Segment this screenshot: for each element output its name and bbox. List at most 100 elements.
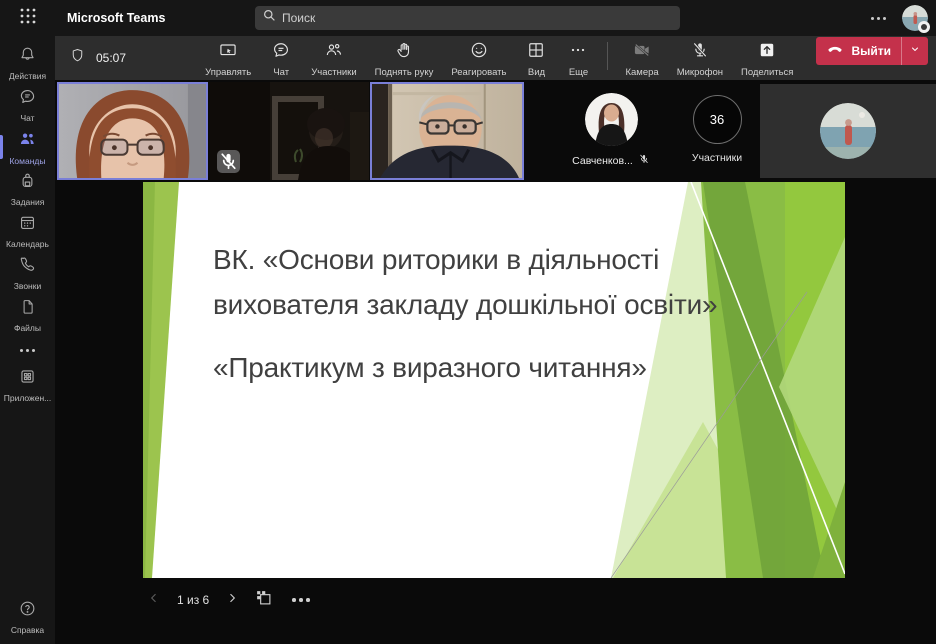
self-avatar [820, 103, 876, 159]
video-tile-3[interactable] [370, 82, 524, 180]
search-icon [263, 9, 276, 27]
sidebar-item-label: Звонки [14, 281, 41, 291]
topbar-more-button[interactable] [867, 13, 890, 24]
muted-mic-badge [217, 150, 240, 173]
status-badge-icon [918, 21, 930, 33]
share-screen-icon [757, 40, 777, 65]
teams-people-icon [18, 129, 38, 154]
view-button[interactable]: Вид [515, 37, 557, 80]
shared-slide: ВК. «Основи риторики в діяльності вихова… [143, 182, 845, 578]
sidebar-more-button[interactable] [0, 336, 55, 364]
participants-count: 36 [710, 112, 724, 127]
participant-video-1 [59, 84, 206, 178]
participant-avatar-tile[interactable]: Савченков... [555, 82, 667, 180]
left-rail: Действия Чат Команды [0, 36, 55, 644]
raise-hand-button[interactable]: Поднять руку [366, 37, 443, 80]
slide-title-block: ВК. «Основи риторики в діяльності вихова… [213, 238, 743, 390]
leave-options-button[interactable] [902, 42, 928, 60]
sidebar-item-label: Приложен... [4, 393, 51, 403]
slide-grid-icon [255, 589, 272, 611]
more-actions-button[interactable]: Еще [557, 37, 599, 80]
chevron-down-icon [909, 42, 921, 60]
search-input[interactable] [282, 11, 672, 25]
self-view-tile[interactable] [760, 84, 936, 178]
chat-icon [18, 87, 37, 111]
participant-avatar [585, 93, 638, 146]
ellipsis-icon [16, 345, 39, 356]
search-box[interactable] [255, 6, 680, 30]
user-avatar[interactable] [902, 5, 928, 31]
button-label: Реагировать [451, 67, 506, 78]
slide-grid-button[interactable] [255, 589, 272, 611]
slide-position: 1 из 6 [177, 593, 209, 607]
backpack-icon [18, 171, 37, 195]
app-launcher-button[interactable] [0, 0, 55, 36]
sidebar-item-activity[interactable]: Действия [0, 42, 55, 84]
chat-bubble-icon [271, 40, 291, 65]
chat-button[interactable]: Чат [260, 37, 302, 80]
sidebar-item-calendar[interactable]: Календарь [0, 210, 55, 252]
slide-title-line-1: ВК. «Основи риторики в діяльності вихова… [213, 238, 743, 328]
button-label: Вид [528, 67, 545, 78]
teams-window: Microsoft Teams [0, 0, 936, 644]
leave-button[interactable]: Выйти [816, 37, 928, 65]
sidebar-item-teams[interactable]: Команды [0, 126, 55, 168]
sidebar-item-help[interactable]: Справка [0, 596, 55, 638]
sidebar-item-label: Команды [9, 156, 45, 166]
sidebar-item-label: Календарь [6, 239, 49, 249]
next-slide-button[interactable] [225, 591, 239, 610]
leave-main[interactable]: Выйти [816, 39, 901, 62]
sidebar-item-files[interactable]: Файлы [0, 294, 55, 336]
leave-label: Выйти [851, 44, 891, 58]
bell-icon [18, 45, 37, 69]
react-button[interactable]: Реагировать [442, 37, 515, 80]
button-label: Камера [625, 67, 658, 78]
microphone-button[interactable]: Микрофон [668, 37, 732, 80]
meeting-toolbar: 05:07 Управлять Чат [55, 36, 936, 80]
calendar-icon [18, 213, 37, 237]
slide-navigation: 1 из 6 [147, 587, 314, 613]
participants-count-circle: 36 [693, 95, 742, 144]
raise-hand-icon [394, 40, 414, 65]
button-label: Еще [569, 67, 588, 78]
participant-name-row: Савченков... [572, 152, 650, 170]
ellipsis-icon [568, 40, 588, 65]
button-label: Поделиться [741, 67, 793, 78]
participant-name: Савченков... [572, 155, 633, 167]
share-button[interactable]: Поделиться [732, 37, 802, 80]
participants-count-label: Участники [692, 152, 742, 164]
mic-off-small-icon [638, 152, 650, 170]
previous-slide-button[interactable] [147, 591, 161, 610]
top-bar: Microsoft Teams [0, 0, 936, 36]
participants-button[interactable]: Участники [302, 37, 365, 80]
meeting-timer: 05:07 [69, 47, 126, 69]
screen-manage-icon [218, 40, 238, 65]
waffle-icon [20, 8, 36, 29]
participants-count-tile[interactable]: 36 Участники [667, 82, 767, 180]
hangup-icon [826, 39, 844, 62]
sidebar-item-chat[interactable]: Чат [0, 84, 55, 126]
smiley-icon [469, 40, 489, 65]
camera-button[interactable]: Камера [616, 37, 667, 80]
apps-grid-icon [18, 367, 37, 391]
mic-off-icon [690, 40, 710, 65]
camera-off-icon [632, 40, 652, 65]
video-tile-2[interactable] [210, 82, 369, 180]
sidebar-item-apps[interactable]: Приложен... [0, 364, 55, 406]
shield-icon [69, 47, 86, 69]
slide-more-options-button[interactable] [288, 594, 314, 606]
sidebar-item-label: Задания [11, 197, 45, 207]
grid-view-icon [526, 40, 546, 65]
button-label: Участники [311, 67, 356, 78]
video-tile-1[interactable] [57, 82, 208, 180]
chevron-right-icon [225, 591, 239, 610]
sidebar-item-calls[interactable]: Звонки [0, 252, 55, 294]
help-icon [18, 599, 37, 623]
people-icon [324, 40, 344, 65]
manage-button[interactable]: Управлять [196, 37, 260, 80]
toolbar-divider [607, 42, 608, 70]
sidebar-item-assignments[interactable]: Задания [0, 168, 55, 210]
button-label: Управлять [205, 67, 251, 78]
participant-video-3 [372, 84, 522, 178]
slide-title-line-2: «Практикум з виразного читання» [213, 346, 743, 391]
